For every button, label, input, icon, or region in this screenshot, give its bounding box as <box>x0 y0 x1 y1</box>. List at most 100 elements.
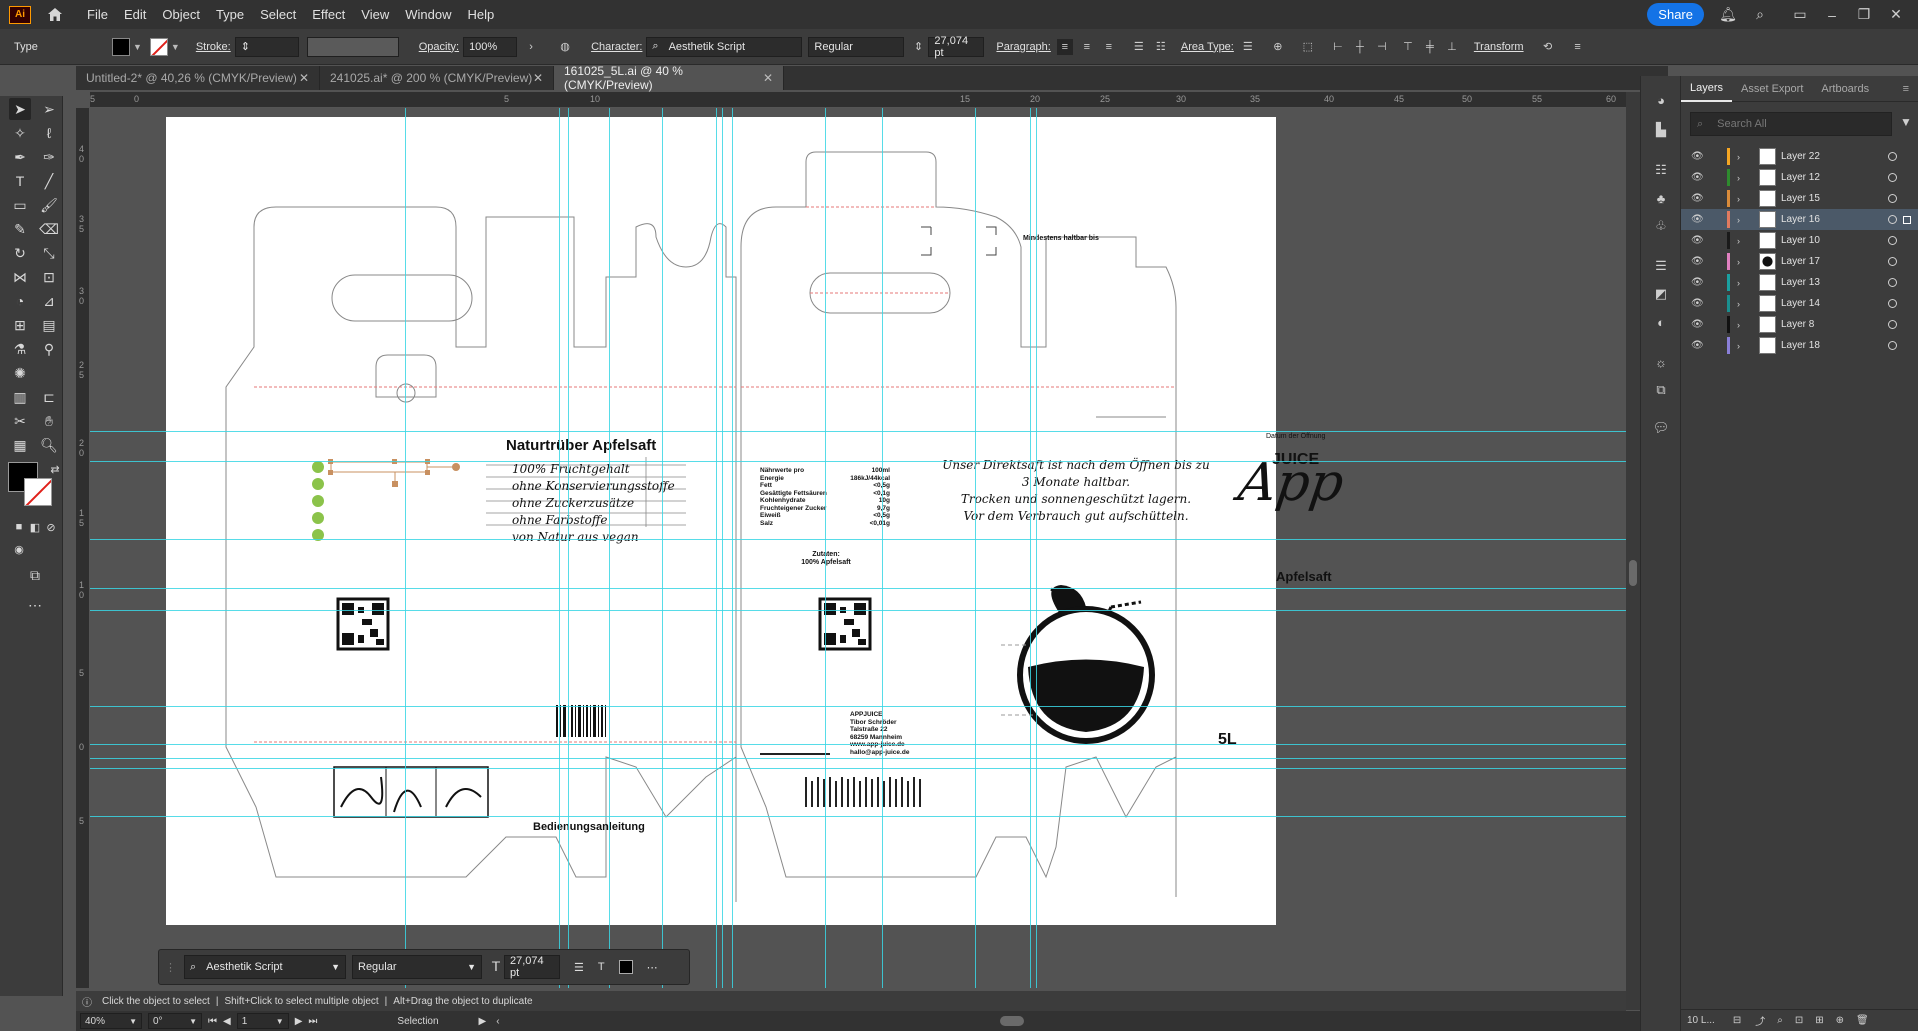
eraser-tool-icon[interactable]: ⌫ <box>38 218 60 240</box>
eye-icon[interactable]: 👁︎ <box>1691 193 1705 204</box>
grid-repeat-icon[interactable]: ⊕ <box>1270 39 1286 55</box>
last-artboard-icon[interactable]: ⏭ <box>308 1016 317 1027</box>
stroke-label[interactable]: Stroke: <box>196 41 231 53</box>
chart-tool-icon[interactable]: ▦ <box>9 434 31 456</box>
paragraph-label[interactable]: Paragraph: <box>996 41 1050 53</box>
layer-name[interactable]: Layer 17 <box>1781 256 1820 267</box>
curvature-tool-icon[interactable]: ✑ <box>38 146 60 168</box>
eye-icon[interactable]: 👁︎ <box>1691 319 1705 330</box>
menu-help[interactable]: Help <box>467 7 494 22</box>
home-icon[interactable] <box>45 5 65 25</box>
scrollbar-thumb[interactable] <box>1629 560 1637 586</box>
export-icon[interactable]: ⤴ <box>1755 1013 1765 1028</box>
chevron-right-icon[interactable]: › <box>1737 152 1740 162</box>
locate-object-icon[interactable]: ⊟ <box>1733 1015 1741 1026</box>
eyedropper-tool-icon[interactable]: ⚗ <box>9 338 31 360</box>
vertical-scrollbar[interactable] <box>1626 92 1640 1010</box>
guide[interactable] <box>90 610 1626 611</box>
layers-search-input[interactable]: ⌕ Search All <box>1690 112 1892 136</box>
menu-file[interactable]: File <box>87 7 108 22</box>
drag-handle-icon[interactable]: ⋮ <box>165 961 176 974</box>
eye-icon[interactable]: 👁︎ <box>1691 256 1705 267</box>
next-artboard-icon[interactable]: ▶ <box>295 1016 303 1027</box>
filter-icon[interactable]: ▼ <box>1900 115 1912 129</box>
eye-icon[interactable]: 👁︎ <box>1691 235 1705 246</box>
slice-tool-icon[interactable]: ✂ <box>9 410 31 432</box>
symbol-sprayer-tool-icon[interactable]: ✺ <box>9 362 31 384</box>
align-left-icon[interactable]: ≡ <box>1056 38 1073 55</box>
none-mode-icon[interactable]: ⊘ <box>40 516 62 538</box>
align-vcenter-objects-icon[interactable]: ╪ <box>1422 39 1438 55</box>
chevron-right-icon[interactable]: › <box>1737 173 1740 183</box>
shaper-tool-icon[interactable]: ✎ <box>9 218 31 240</box>
eye-icon[interactable]: 👁︎ <box>1691 340 1705 351</box>
paintbrush-tool-icon[interactable]: 🖌︎ <box>38 194 60 216</box>
more-tools-icon[interactable]: ⋯ <box>24 594 46 616</box>
guide[interactable] <box>90 588 1626 589</box>
layer-name[interactable]: Layer 16 <box>1781 214 1820 225</box>
zoom-tool-icon[interactable]: 🔍︎ <box>38 434 60 456</box>
layer-row-selected[interactable]: 👁︎ › Layer 16 <box>1681 209 1918 230</box>
chevron-right-icon[interactable]: › <box>1737 215 1740 225</box>
artboards-panel-icon[interactable]: ⧉ <box>1651 380 1671 400</box>
layer-row[interactable]: 👁︎ › Layer 17 <box>1681 251 1918 272</box>
menu-object[interactable]: Object <box>162 7 200 22</box>
menu-edit[interactable]: Edit <box>124 7 146 22</box>
layer-row[interactable]: 👁︎ › Layer 18 <box>1681 335 1918 356</box>
clipping-mask-icon[interactable]: ⊡ <box>1795 1015 1803 1026</box>
scroll-left-icon[interactable]: ‹ <box>496 1016 499 1027</box>
layer-name[interactable]: Layer 10 <box>1781 235 1820 246</box>
instructions-label[interactable]: Bedienungsanleitung <box>533 821 645 833</box>
layer-name[interactable]: Layer 12 <box>1781 172 1820 183</box>
character-label[interactable]: Character: <box>591 41 642 53</box>
tab-asset-export[interactable]: Asset Export <box>1732 76 1812 102</box>
company-info[interactable]: APPJUICE Tibor Schröder Talstraße 22 682… <box>850 711 909 756</box>
column-graph-tool-icon[interactable]: ▥ <box>9 386 31 408</box>
close-icon[interactable]: ✕ <box>533 71 543 85</box>
chevron-right-icon[interactable]: › <box>1737 278 1740 288</box>
blend-tool-icon[interactable]: ⚲ <box>38 338 60 360</box>
volume-label[interactable]: 5L <box>1218 731 1237 749</box>
description-text[interactable]: Unser Direktsaft ist nach dem Öffnen bis… <box>926 457 1226 525</box>
align-bottom-objects-icon[interactable]: ⊥ <box>1444 39 1460 55</box>
layer-name[interactable]: Layer 15 <box>1781 193 1820 204</box>
rotate-tool-icon[interactable]: ↻ <box>9 242 31 264</box>
guide[interactable] <box>90 539 1626 540</box>
chevron-right-icon[interactable]: › <box>1737 299 1740 309</box>
align-panel-icon[interactable]: ☰ <box>1651 256 1671 276</box>
layer-row[interactable]: 👁︎ › Layer 15 <box>1681 188 1918 209</box>
layer-name[interactable]: Layer 13 <box>1781 277 1820 288</box>
target-icon[interactable] <box>1888 257 1897 266</box>
more-options-icon[interactable]: ⋯ <box>647 961 658 974</box>
align-left-objects-icon[interactable]: ⊢ <box>1330 39 1346 55</box>
appearance-panel-icon[interactable]: ◐ <box>1651 312 1671 332</box>
product-title[interactable]: Naturtrüber Apfelsaft <box>506 437 656 454</box>
magic-wand-tool-icon[interactable]: ✧ <box>9 122 31 144</box>
workspace-icon[interactable]: ▭ <box>1790 5 1810 25</box>
font-family-field[interactable]: ⌕ Aesthetik Script ▼ <box>184 955 346 979</box>
lasso-tool-icon[interactable]: ℓ <box>38 122 60 144</box>
guide[interactable] <box>405 108 406 988</box>
rotation-field[interactable]: 0° ▼ <box>148 1013 202 1029</box>
chevron-down-icon[interactable]: ▼ <box>133 42 142 52</box>
align-top-objects-icon[interactable]: ⊤ <box>1400 39 1416 55</box>
screen-mode-icon[interactable]: ⧉ <box>24 564 46 586</box>
eye-icon[interactable]: 👁︎ <box>1691 277 1705 288</box>
layer-name[interactable]: Layer 14 <box>1781 298 1820 309</box>
menu-window[interactable]: Window <box>405 7 451 22</box>
opacity-label[interactable]: Opacity: <box>419 41 459 53</box>
text-color-swatch[interactable] <box>618 960 633 974</box>
layer-row[interactable]: 👁︎ › Layer 12 <box>1681 167 1918 188</box>
numbered-list-icon[interactable]: ☷ <box>1153 39 1169 55</box>
font-family-field[interactable]: ⌕ Aesthetik Script <box>646 36 803 57</box>
chevron-right-icon[interactable]: › <box>1737 194 1740 204</box>
font-style-field[interactable]: Regular ▼ <box>352 955 482 979</box>
font-size-field[interactable]: 27,074 pt <box>928 35 985 59</box>
club-icon[interactable]: ♧ <box>1651 216 1671 236</box>
bell-icon[interactable]: 🔔︎ <box>1718 5 1738 25</box>
flip-icon[interactable]: ⟲ <box>1540 39 1556 55</box>
chevron-right-icon[interactable]: › <box>523 39 539 55</box>
shelf-life-label[interactable]: Mindestens haltbar bis <box>1023 235 1099 242</box>
eye-icon[interactable]: 👁︎ <box>1691 214 1705 225</box>
font-size-field[interactable]: 27,074 pt <box>503 955 560 979</box>
